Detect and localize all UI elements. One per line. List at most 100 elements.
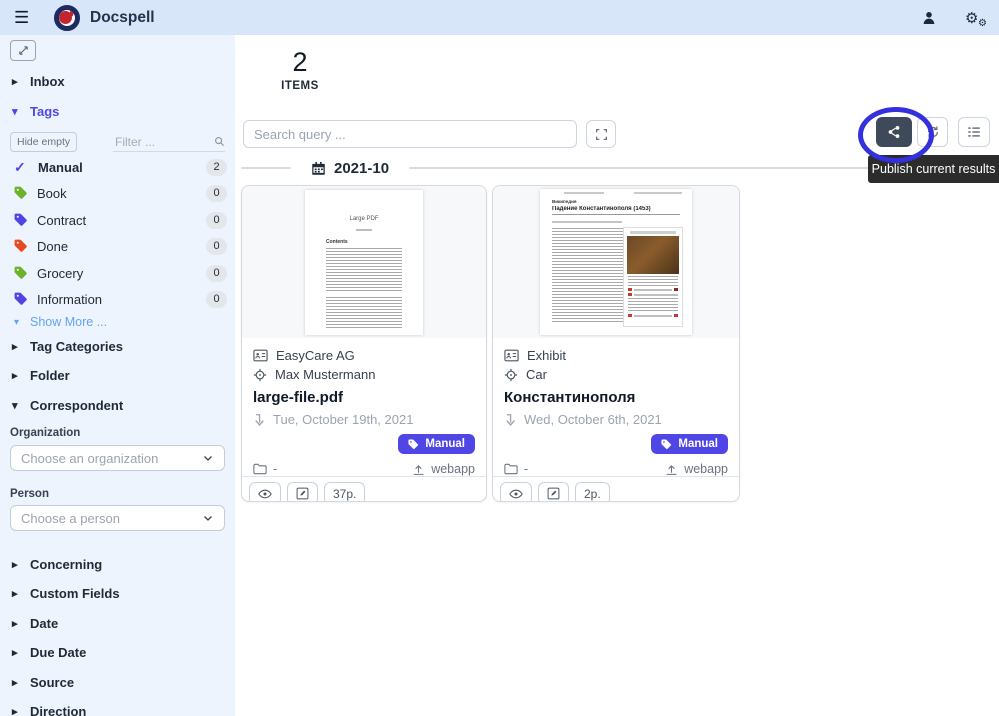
organization-select[interactable]: Choose an organization (10, 445, 225, 471)
menu-icon[interactable]: ☰ (14, 8, 34, 28)
tag-badge-label: Manual (678, 438, 718, 450)
sidebar-item-folder[interactable]: ▸ Folder (0, 366, 235, 384)
show-more-link[interactable]: ▾ Show More ... (0, 314, 235, 330)
sidebar-item-tags[interactable]: ▾ Tags (0, 102, 235, 120)
app-title: Docspell (90, 9, 155, 27)
sidebar-item-tag-categories[interactable]: ▸ Tag Categories (0, 337, 235, 355)
tag-icon (14, 213, 28, 227)
sidebar-item-direction[interactable]: ▸ Direction (0, 702, 235, 716)
pdf-preview: Large PDF Contents (305, 190, 423, 335)
sidebar-item-concerning[interactable]: ▸ Concerning (0, 555, 235, 573)
refresh-icon (926, 125, 940, 139)
document-thumbnail[interactable]: Википедия Падение Константинополя (1453) (493, 186, 739, 338)
date-label: Date (30, 616, 58, 631)
tags-controls: Hide empty (0, 131, 235, 153)
folder-icon (253, 463, 267, 475)
fullscreen-button[interactable] (586, 120, 616, 148)
tag-filter-input[interactable] (113, 133, 225, 152)
tag-count-badge: 0 (206, 185, 227, 202)
tag-categories-label: Tag Categories (30, 339, 123, 354)
user-icon[interactable] (921, 10, 937, 26)
direction-label: Direction (30, 704, 86, 716)
edit-icon (547, 487, 560, 500)
upload-icon (412, 463, 425, 476)
correspondent-person-row: Car (504, 365, 728, 384)
settings-gears-icon[interactable]: ⚙⚙ (965, 9, 985, 27)
card-footer: 37p. (242, 476, 486, 502)
page-count-button[interactable]: 37p. (324, 482, 365, 502)
source-label: Source (30, 675, 74, 690)
tag-item-contract[interactable]: Contract 0 (0, 211, 235, 229)
search-input[interactable] (243, 120, 577, 148)
card-info: EasyCare AG Max Mustermann large-file.pd… (242, 338, 486, 476)
item-card[interactable]: Википедия Падение Константинополя (1453) (492, 185, 740, 502)
tag-item-grocery[interactable]: Grocery 0 (0, 264, 235, 282)
wiki-preview: Википедия Падение Константинополя (1453) (540, 189, 692, 335)
list-icon (967, 125, 981, 139)
folder-value: - (273, 462, 277, 476)
list-view-button[interactable] (958, 117, 990, 147)
tag-badge[interactable]: Manual (651, 434, 728, 454)
chevron-down-icon: ▾ (14, 317, 23, 328)
item-count: 2 (275, 47, 325, 77)
custom-fields-label: Custom Fields (30, 586, 120, 601)
docspell-logo[interactable] (54, 5, 80, 31)
thumb-heading: Contents (326, 239, 423, 245)
sidebar-item-custom-fields[interactable]: ▸ Custom Fields (0, 584, 235, 602)
tooltip: Publish current results (868, 155, 999, 183)
tag-item-book[interactable]: Book 0 (0, 184, 235, 202)
tag-item-manual[interactable]: ✓ Manual 2 (0, 158, 235, 176)
source-value: webapp (431, 462, 475, 476)
edit-button[interactable] (538, 482, 569, 502)
tag-label: Grocery (37, 266, 197, 281)
sidebar-item-source[interactable]: ▸ Source (0, 673, 235, 691)
sidebar-item-due-date[interactable]: ▸ Due Date (0, 643, 235, 661)
preview-button[interactable] (249, 482, 281, 502)
hide-empty-button[interactable]: Hide empty (10, 132, 77, 152)
item-date: Wed, October 6th, 2021 (524, 412, 662, 427)
correspondent-org: Exhibit (527, 348, 566, 363)
share-icon (887, 125, 901, 139)
sidebar-item-inbox[interactable]: ▸ Inbox (0, 72, 235, 90)
card-meta-row: - webapp (253, 462, 475, 476)
refresh-button[interactable] (917, 117, 948, 147)
expand-sidebar-button[interactable] (10, 40, 36, 61)
card-footer: 2p. (493, 476, 739, 502)
sidebar-item-date[interactable]: ▸ Date (0, 614, 235, 632)
document-thumbnail[interactable]: Large PDF Contents (242, 186, 486, 338)
source-value: webapp (684, 462, 728, 476)
eye-icon (258, 488, 272, 500)
inbox-label: Inbox (30, 74, 65, 89)
calendar-icon (311, 161, 326, 176)
person-select[interactable]: Choose a person (10, 505, 225, 531)
tag-icon (14, 186, 28, 200)
eye-icon (509, 488, 523, 500)
edit-button[interactable] (287, 482, 318, 502)
tag-icon (14, 292, 28, 306)
tag-badge[interactable]: Manual (398, 434, 475, 454)
tag-item-information[interactable]: Information 0 (0, 290, 235, 308)
share-button[interactable] (876, 117, 912, 147)
maximize-icon (595, 128, 608, 141)
thumb-infobox (623, 227, 683, 327)
card-meta-row: - webapp (504, 462, 728, 476)
date-group-label: 2021-10 (334, 160, 389, 177)
main-content: 2 ITEMS Publish current results 2021-10 … (235, 35, 999, 716)
caret-right-icon: ▸ (12, 676, 21, 689)
folder-icon (504, 463, 518, 475)
check-icon: ✓ (14, 159, 29, 176)
sidebar-item-correspondent[interactable]: ▾ Correspondent (0, 396, 235, 414)
item-title[interactable]: large-file.pdf (253, 389, 475, 406)
correspondent-person-row: Max Mustermann (253, 365, 475, 384)
tag-item-done[interactable]: Done 0 (0, 237, 235, 255)
tag-icon (408, 439, 419, 450)
preview-button[interactable] (500, 482, 532, 502)
page-count-button[interactable]: 2p. (575, 482, 610, 502)
item-card[interactable]: Large PDF Contents EasyCare AG Max Muste… (241, 185, 487, 502)
tag-badge-label: Manual (425, 438, 465, 450)
item-title[interactable]: Константинополя (504, 389, 728, 406)
thumb-title: Large PDF (305, 216, 423, 222)
tag-icon (661, 439, 672, 450)
caret-right-icon: ▸ (12, 558, 21, 571)
divider-line (241, 167, 291, 169)
